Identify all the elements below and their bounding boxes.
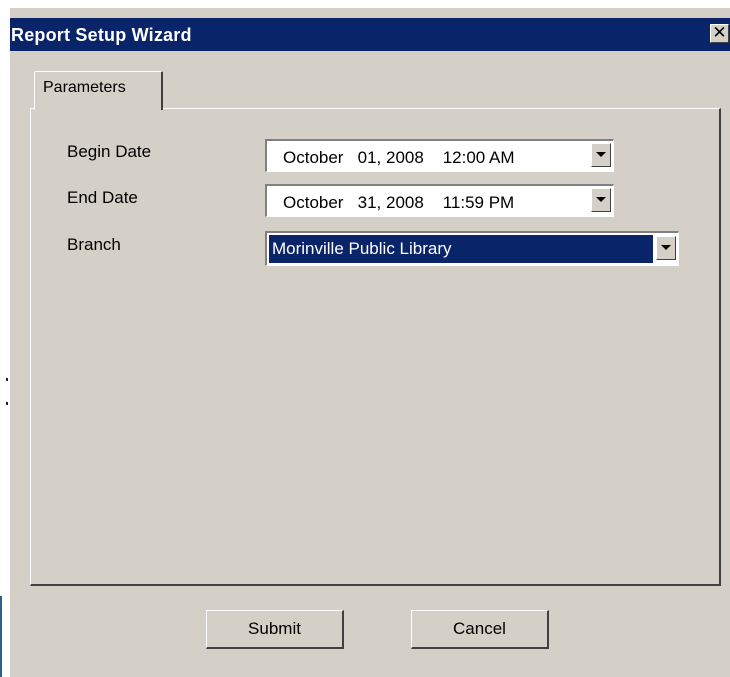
begin-date-value: October 01, 2008 12:00 AM [283,148,515,167]
begin-date-label: Begin Date [67,142,152,161]
tab-parameters[interactable]: Parameters [34,71,163,110]
window-title: Report Setup Wizard [11,25,192,45]
parameters-panel [30,108,721,586]
end-date-value: October 31, 2008 11:59 PM [283,193,515,212]
branch-value: Morinville Public Library [272,239,452,258]
tab-label: Parameters [43,79,126,96]
close-icon: ✕ [712,23,727,43]
report-setup-dialog: Report Setup Wizard ✕ Parameters Begin D… [9,7,730,677]
close-button[interactable]: ✕ [710,24,729,43]
chevron-down-icon [596,197,606,202]
chevron-down-icon [596,152,606,157]
edge-mark [6,378,8,381]
chevron-down-icon [661,245,671,250]
begin-date-dropdown-button[interactable] [591,143,611,167]
end-date-label: End Date [67,188,138,207]
branch-dropdown-button[interactable] [656,236,676,260]
branch-label: Branch [67,235,121,254]
end-date-picker[interactable]: October 31, 2008 11:59 PM [265,184,614,217]
screen: Report Setup Wizard ✕ Parameters Begin D… [0,0,730,677]
end-date-dropdown-button[interactable] [591,188,611,212]
begin-date-picker[interactable]: October 01, 2008 12:00 AM [265,139,614,172]
title-bar[interactable]: Report Setup Wizard ✕ [10,18,730,51]
branch-selection-highlight: Morinville Public Library [269,235,653,263]
background-window-edge [0,596,2,677]
branch-select[interactable]: Morinville Public Library [265,231,679,266]
cancel-button[interactable]: Cancel [411,610,549,649]
submit-button[interactable]: Submit [206,610,344,649]
edge-mark [6,402,8,405]
